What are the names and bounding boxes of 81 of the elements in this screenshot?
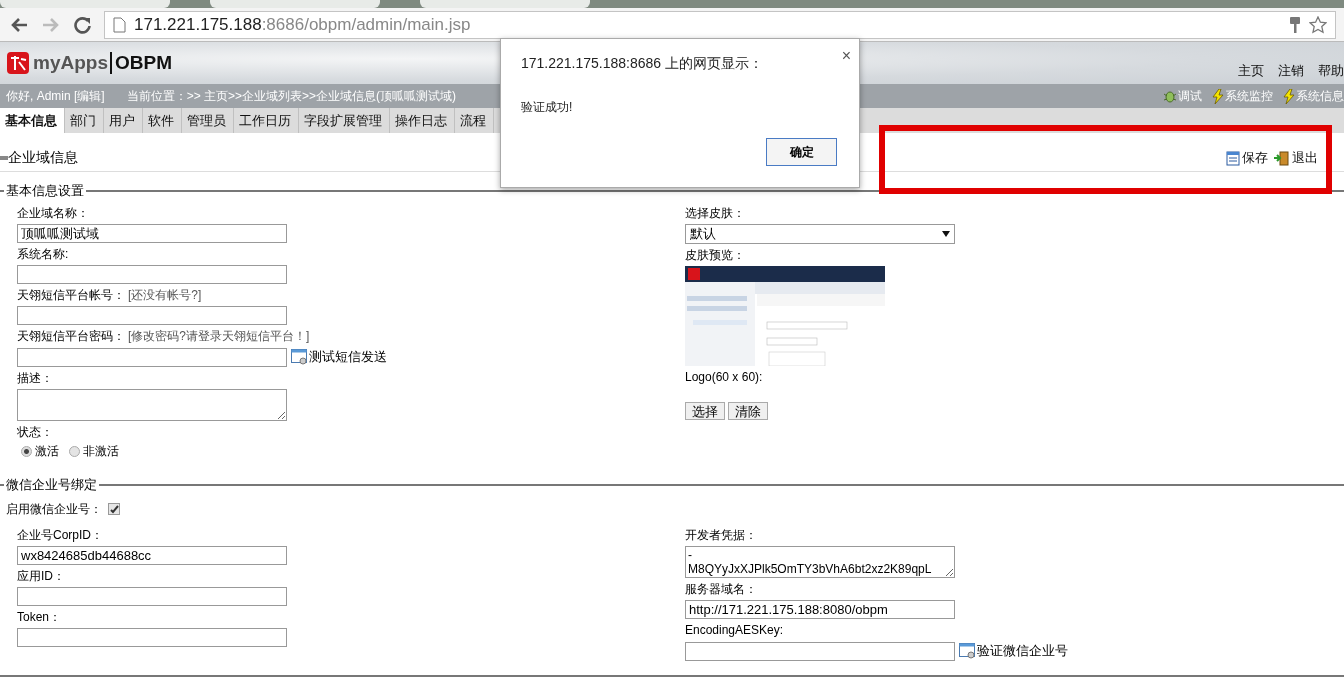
field-label: 启用微信企业号： — [6, 501, 102, 518]
field-label: Logo(60 x 60): — [685, 369, 764, 386]
lightning-icon — [1212, 88, 1224, 104]
field-label: 皮肤预览： — [685, 247, 746, 264]
text-field[interactable] — [17, 587, 287, 606]
tab[interactable]: 流程 — [455, 108, 494, 133]
close-button[interactable]: × — [841, 47, 851, 65]
dialog-message: 验证成功! — [521, 99, 574, 116]
field-label: Token： — [17, 609, 63, 626]
bug-icon — [1163, 89, 1177, 103]
checkbox[interactable] — [108, 503, 120, 515]
tab[interactable]: 管理员 — [182, 108, 234, 133]
field-label: 描述： — [17, 370, 54, 387]
field-label: 开发者凭据： — [685, 527, 758, 544]
action-button[interactable]: 验证微信企业号 — [958, 641, 1069, 661]
text-field[interactable] — [17, 628, 287, 647]
text-area[interactable] — [17, 389, 287, 421]
header-link[interactable]: 主页 — [1238, 62, 1264, 80]
field-label: 应用ID： — [17, 568, 66, 585]
back-arrow-icon — [10, 16, 28, 33]
field-label: 天翎短信平台密码： — [17, 328, 125, 345]
field-label: EncodingAESKey: — [685, 622, 785, 639]
field-label: 状态： — [17, 424, 54, 441]
text-field[interactable]: wx8424685db44688cc — [17, 546, 287, 565]
action-button[interactable]: 测试短信发送 — [290, 347, 388, 367]
section-legend: 基本信息设置 — [4, 182, 86, 200]
text-field[interactable]: 顶呱呱测试域 — [17, 224, 287, 243]
radio-button[interactable] — [69, 446, 80, 457]
document-icon — [1226, 150, 1240, 166]
door-icon — [1274, 150, 1290, 166]
logo-text: myApps — [33, 52, 108, 74]
text-field[interactable] — [17, 265, 287, 284]
window-gear-icon — [291, 349, 308, 365]
breadcrumb: 当前位置：>> 主页>>企业域列表>>企业域信息(顶呱呱测试域) — [126, 87, 457, 105]
text-area[interactable]: - M8QYyJxXJPlk5OmTY3bVhA6bt2xz2K89qpL — [685, 546, 955, 578]
text-field[interactable] — [17, 347, 287, 367]
header-link[interactable]: 注销 — [1278, 62, 1304, 80]
section-legend: 微信企业号绑定 — [4, 476, 99, 494]
field-label: 企业域名称： — [17, 205, 90, 222]
radio-option[interactable]: 激活 — [21, 443, 59, 460]
form-button[interactable]: 清除 — [728, 402, 768, 420]
field-label: 选择皮肤： — [685, 205, 746, 222]
tab[interactable]: 工作日历 — [234, 108, 299, 133]
logo-icon — [5, 50, 31, 76]
form-button[interactable]: 选择 — [685, 402, 725, 420]
tab[interactable]: 软件 — [143, 108, 182, 133]
lightning-icon — [1283, 88, 1295, 104]
field-label: 系统名称: — [17, 246, 70, 263]
radio-option[interactable]: 非激活 — [69, 443, 119, 460]
tab[interactable]: 基本信息 — [0, 108, 65, 133]
tab[interactable]: 部门 — [65, 108, 104, 133]
text-field[interactable]: http://171.221.175.188:8080/obpm — [685, 600, 955, 619]
header-link[interactable]: 帮助 — [1318, 62, 1344, 80]
panel-title: 企业域信息 — [8, 149, 78, 167]
window-gear-icon — [959, 643, 976, 659]
ok-button[interactable]: 确定 — [766, 138, 837, 166]
help-link[interactable]: [还没有帐号?] — [128, 286, 202, 304]
field-label: 天翎短信平台帐号： — [17, 287, 125, 304]
toolbar-button[interactable]: 保存 — [1226, 149, 1268, 167]
tab[interactable]: 字段扩展管理 — [299, 108, 390, 133]
key-icon — [1289, 15, 1301, 34]
collapse-icon — [0, 156, 8, 160]
reload-icon — [74, 15, 92, 34]
toolbar-button[interactable]: 退出 — [1274, 149, 1318, 167]
page-icon — [113, 16, 126, 33]
dropdown-arrow-icon — [942, 231, 950, 237]
forward-arrow-icon — [42, 16, 60, 33]
radio-button[interactable] — [21, 446, 32, 457]
greeting-text: 你好, Admin [编辑] — [6, 87, 105, 105]
select-field[interactable]: 默认 — [685, 224, 955, 244]
field-label: 企业号CorpID： — [17, 527, 104, 544]
text-field[interactable] — [17, 306, 287, 325]
help-link[interactable]: [修改密码?请登录天翎短信平台！] — [128, 327, 310, 345]
logo-text: OBPM — [109, 52, 172, 74]
tab[interactable]: 用户 — [104, 108, 143, 133]
field-label: 服务器域名： — [685, 581, 758, 598]
address-bar[interactable]: 171.221.175.188:8686/obpm/admin/main.jsp — [104, 10, 1336, 39]
tab[interactable]: 操作日志 — [390, 108, 455, 133]
dialog-title: 171.221.175.188:8686 上的网页显示： — [521, 55, 765, 73]
text-field[interactable] — [685, 641, 955, 661]
star-icon[interactable] — [1309, 15, 1327, 34]
